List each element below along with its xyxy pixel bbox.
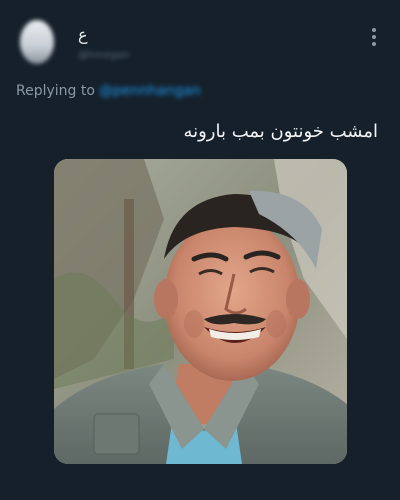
reply-mention-link[interactable]: @pennhangan [99,83,201,99]
replying-to-label: Replying to [16,83,95,99]
photo-illustration [54,159,347,464]
tweet-text: امشب خونتون بمب بارونه [183,121,378,142]
avatar[interactable] [20,20,54,64]
more-dot [372,28,376,32]
replying-to: Replying to @pennhangan [16,83,201,99]
tweet-media-photo[interactable] [54,159,347,464]
author-handle[interactable]: @hmegan [78,50,129,62]
tweet-screen: ع @hmegan Replying to @pennhangan امشب خو… [0,0,400,500]
more-options-icon[interactable] [370,28,378,46]
more-dot [372,35,376,39]
author-display-name[interactable]: ع [78,26,88,44]
more-dot [372,42,376,46]
